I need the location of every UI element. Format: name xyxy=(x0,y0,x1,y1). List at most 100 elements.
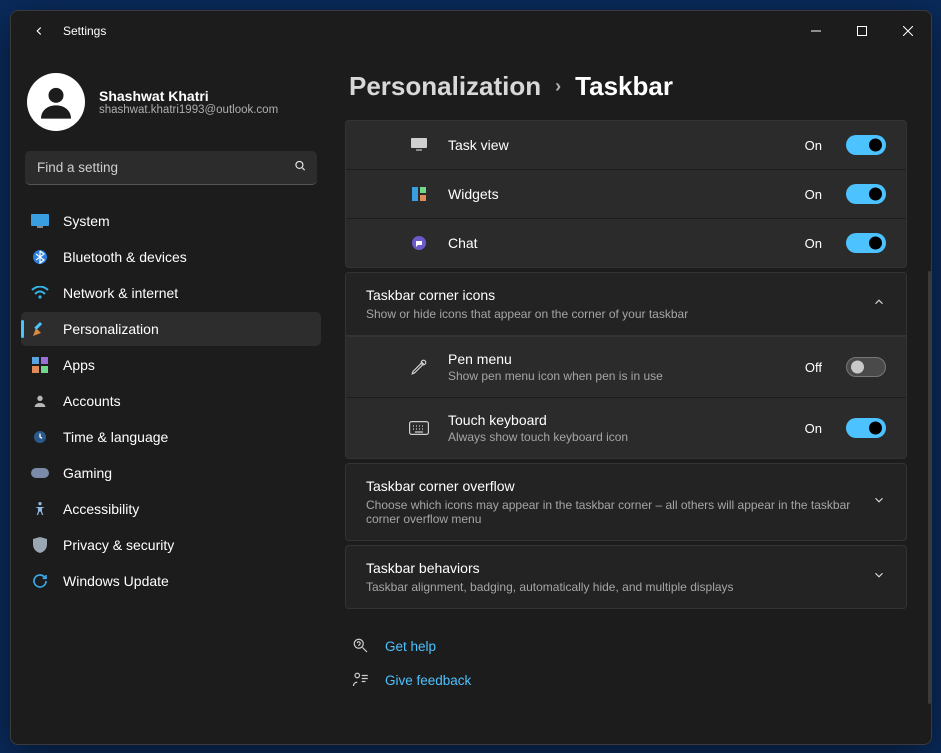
sidebar-item-bluetooth[interactable]: Bluetooth & devices xyxy=(21,240,321,274)
link-label: Give feedback xyxy=(385,673,471,688)
toggle-state: Off xyxy=(805,360,822,375)
sidebar-item-label: Personalization xyxy=(63,321,159,337)
sidebar-item-network[interactable]: Network & internet xyxy=(21,276,321,310)
chevron-down-icon xyxy=(872,568,886,587)
sidebar-item-update[interactable]: Windows Update xyxy=(21,564,321,598)
sidebar-item-time[interactable]: Time & language xyxy=(21,420,321,454)
give-feedback-link[interactable]: Give feedback xyxy=(351,671,907,689)
chat-icon xyxy=(408,235,430,251)
nav: System Bluetooth & devices Network & int… xyxy=(21,203,321,599)
section-corner-icons[interactable]: Taskbar corner icons Show or hide icons … xyxy=(345,272,907,336)
titlebar: Settings xyxy=(11,11,931,51)
section-desc: Show or hide icons that appear on the co… xyxy=(366,307,856,321)
minimize-button[interactable] xyxy=(793,15,839,47)
section-title: Taskbar corner icons xyxy=(366,287,856,303)
sidebar: Shashwat Khatri shashwat.khatri1993@outl… xyxy=(11,51,331,744)
main-content: Personalization › Taskbar Task view On W… xyxy=(331,51,931,744)
close-button[interactable] xyxy=(885,15,931,47)
sidebar-item-system[interactable]: System xyxy=(21,204,321,238)
setting-pen-menu[interactable]: Pen menu Show pen menu icon when pen is … xyxy=(346,337,906,397)
toggle-pen-menu[interactable] xyxy=(846,357,886,377)
setting-task-view[interactable]: Task view On xyxy=(346,121,906,169)
footer-links: Get help Give feedback xyxy=(345,637,907,689)
toggle-state: On xyxy=(805,187,822,202)
search-icon xyxy=(293,159,307,178)
sidebar-item-label: Network & internet xyxy=(63,285,178,301)
pen-icon xyxy=(408,358,430,376)
shield-icon xyxy=(31,536,49,554)
section-corner-overflow[interactable]: Taskbar corner overflow Choose which ico… xyxy=(345,463,907,541)
bluetooth-icon xyxy=(31,248,49,266)
chevron-down-icon xyxy=(872,493,886,512)
wifi-icon xyxy=(31,284,49,302)
sidebar-item-label: Accessibility xyxy=(63,501,139,517)
window-controls xyxy=(793,15,931,47)
sidebar-item-label: System xyxy=(63,213,110,229)
back-button[interactable] xyxy=(25,17,53,45)
accessibility-icon xyxy=(31,500,49,518)
sidebar-item-label: Apps xyxy=(63,357,95,373)
sidebar-item-label: Time & language xyxy=(63,429,168,445)
toggle-widgets[interactable] xyxy=(846,184,886,204)
sidebar-item-apps[interactable]: Apps xyxy=(21,348,321,382)
setting-touch-keyboard[interactable]: Touch keyboard Always show touch keyboar… xyxy=(346,397,906,458)
profile[interactable]: Shashwat Khatri shashwat.khatri1993@outl… xyxy=(21,63,321,147)
help-icon xyxy=(351,637,371,655)
sidebar-item-label: Accounts xyxy=(63,393,121,409)
search-box xyxy=(25,151,317,185)
get-help-link[interactable]: Get help xyxy=(351,637,907,655)
keyboard-icon xyxy=(408,421,430,435)
setting-label: Pen menu xyxy=(448,351,789,367)
sidebar-item-label: Windows Update xyxy=(63,573,169,589)
setting-label: Widgets xyxy=(448,186,789,202)
chevron-up-icon xyxy=(872,295,886,314)
sidebar-item-privacy[interactable]: Privacy & security xyxy=(21,528,321,562)
paint-icon xyxy=(31,320,49,338)
corner-icons-group: Pen menu Show pen menu icon when pen is … xyxy=(345,336,907,459)
avatar xyxy=(27,73,85,131)
setting-chat[interactable]: Chat On xyxy=(346,218,906,267)
toggle-touch-keyboard[interactable] xyxy=(846,418,886,438)
profile-email: shashwat.khatri1993@outlook.com xyxy=(99,104,278,116)
toggle-state: On xyxy=(805,236,822,251)
section-title: Taskbar corner overflow xyxy=(366,478,856,494)
settings-window: Settings Shashwat Khatri shashwat.kha xyxy=(10,10,932,745)
window-title: Settings xyxy=(63,24,793,38)
breadcrumb-parent[interactable]: Personalization xyxy=(349,71,541,102)
section-desc: Taskbar alignment, badging, automaticall… xyxy=(366,580,856,594)
toggle-chat[interactable] xyxy=(846,233,886,253)
setting-desc: Always show touch keyboard icon xyxy=(448,430,789,444)
feedback-icon xyxy=(351,671,371,689)
taskbar-items-group: Task view On Widgets On Chat On xyxy=(345,120,907,268)
sidebar-item-personalization[interactable]: Personalization xyxy=(21,312,321,346)
setting-label: Touch keyboard xyxy=(448,412,789,428)
update-icon xyxy=(31,572,49,590)
gaming-icon xyxy=(31,464,49,482)
scrollbar[interactable] xyxy=(928,271,931,704)
taskview-icon xyxy=(408,138,430,152)
section-desc: Choose which icons may appear in the tas… xyxy=(366,498,856,526)
link-label: Get help xyxy=(385,639,436,654)
section-behaviors[interactable]: Taskbar behaviors Taskbar alignment, bad… xyxy=(345,545,907,609)
system-icon xyxy=(31,212,49,230)
setting-desc: Show pen menu icon when pen is in use xyxy=(448,369,789,383)
accounts-icon xyxy=(31,392,49,410)
toggle-task-view[interactable] xyxy=(846,135,886,155)
search-input[interactable] xyxy=(25,151,317,185)
sidebar-item-accounts[interactable]: Accounts xyxy=(21,384,321,418)
widgets-icon xyxy=(408,187,430,201)
section-title: Taskbar behaviors xyxy=(366,560,856,576)
sidebar-item-accessibility[interactable]: Accessibility xyxy=(21,492,321,526)
sidebar-item-label: Privacy & security xyxy=(63,537,174,553)
profile-name: Shashwat Khatri xyxy=(99,88,278,104)
sidebar-item-gaming[interactable]: Gaming xyxy=(21,456,321,490)
maximize-button[interactable] xyxy=(839,15,885,47)
chevron-right-icon: › xyxy=(555,76,561,97)
setting-label: Chat xyxy=(448,235,789,251)
clock-icon xyxy=(31,428,49,446)
setting-widgets[interactable]: Widgets On xyxy=(346,169,906,218)
apps-icon xyxy=(31,356,49,374)
setting-label: Task view xyxy=(448,137,789,153)
breadcrumb: Personalization › Taskbar xyxy=(345,71,907,102)
sidebar-item-label: Bluetooth & devices xyxy=(63,249,187,265)
